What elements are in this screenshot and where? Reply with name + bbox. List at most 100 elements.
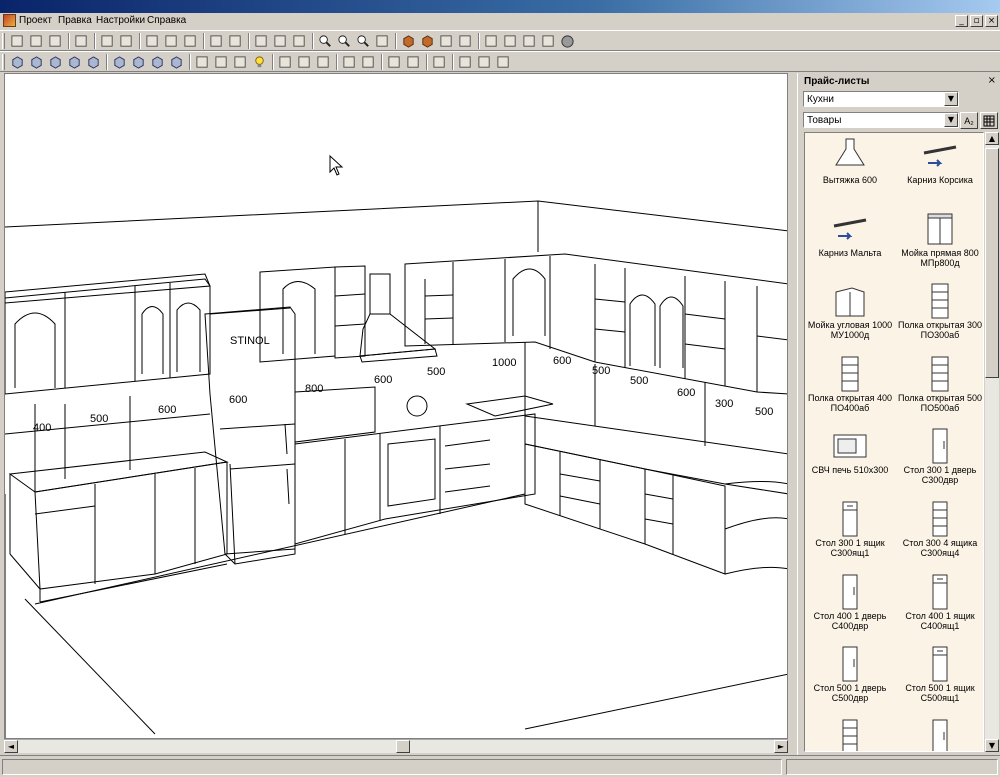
view-front-button[interactable] (9, 54, 25, 70)
home-view-button[interactable] (73, 33, 89, 49)
zoom-in-button[interactable] (317, 33, 333, 49)
menu-help[interactable]: Справка (147, 15, 186, 27)
catalog-item[interactable]: Полка открытая 300 ПО300аб (895, 278, 983, 351)
close-button[interactable]: × (985, 15, 998, 27)
cube-shade-button[interactable] (130, 54, 146, 70)
paint-button[interactable] (438, 33, 454, 49)
rotate-button[interactable] (315, 54, 331, 70)
open-folder-button[interactable] (28, 33, 44, 49)
cube-solid-button[interactable] (168, 54, 184, 70)
catalog-item[interactable]: Стол 500 1 ящик С500ящ1 (895, 641, 983, 714)
image-button[interactable] (540, 33, 556, 49)
chevron-down-icon[interactable]: ▼ (944, 113, 958, 127)
select-arrow-button[interactable] (208, 33, 224, 49)
print-button[interactable] (495, 54, 511, 70)
3d-viewport[interactable]: STINOL 400 500 600 600 800 600 500 1000 … (4, 73, 788, 739)
report-button[interactable] (457, 54, 473, 70)
stop-button[interactable] (559, 33, 575, 49)
table-button[interactable] (521, 33, 537, 49)
catalog-item[interactable]: Мойка прямая 800 МПр800д (895, 206, 983, 279)
snap-button[interactable] (341, 54, 357, 70)
zoom-fit-button[interactable] (355, 33, 371, 49)
add-object-button[interactable] (431, 54, 447, 70)
catalog-item[interactable]: Стол 300 4 ящика С300ящ4 (895, 496, 983, 569)
grid-view-button[interactable] (980, 112, 998, 129)
scroll-right-button[interactable]: ► (774, 740, 788, 753)
align-button[interactable] (253, 33, 269, 49)
lamp-button[interactable] (251, 54, 267, 70)
catalog-item[interactable]: Стол 400 1 ящик С400ящ1 (895, 569, 983, 642)
catalog-item[interactable] (895, 714, 983, 751)
cut-button[interactable] (144, 33, 160, 49)
pan-button[interactable] (296, 54, 312, 70)
export-button[interactable] (476, 54, 492, 70)
menu-edit[interactable]: Правка (58, 15, 92, 27)
catalog-item[interactable]: Стол 400 1 дверь С400двр (805, 569, 895, 642)
scroll-up-button[interactable]: ▲ (985, 132, 999, 145)
view-back-button[interactable] (28, 54, 44, 70)
window-title-bar[interactable] (0, 0, 1000, 13)
align-bottom-button[interactable] (405, 54, 421, 70)
scroll-down-button[interactable]: ▼ (985, 739, 999, 752)
layers-button[interactable] (386, 54, 402, 70)
catalog-item[interactable]: Мойка угловая 1000 МУ1000д (805, 278, 895, 351)
toolbar-separator (106, 54, 108, 70)
catalog-item[interactable]: Вытяжка 600 (805, 133, 895, 206)
scroll-thumb[interactable] (396, 740, 410, 753)
catalog-item[interactable]: Карниз Мальта (805, 206, 895, 279)
zoom-out-button[interactable] (336, 33, 352, 49)
catalog-item[interactable]: Стол 500 1 дверь С500двр (805, 641, 895, 714)
view-top-button[interactable] (85, 54, 101, 70)
scroll-left-button[interactable]: ◄ (4, 740, 18, 753)
wall-button[interactable] (457, 33, 473, 49)
paste-button[interactable] (182, 33, 198, 49)
catalog-item[interactable]: Полка открытая 500 ПО500аб (895, 351, 983, 424)
menu-project[interactable]: Проект (19, 15, 52, 27)
grid-button[interactable] (483, 33, 499, 49)
catalog-item[interactable]: Стол 300 1 дверь С300двр (895, 423, 983, 496)
select-frame-button[interactable] (227, 33, 243, 49)
camera-button[interactable] (194, 54, 210, 70)
move-view-button[interactable] (277, 54, 293, 70)
light-camera-button[interactable] (232, 54, 248, 70)
new-file-button[interactable] (9, 33, 25, 49)
box-button[interactable] (400, 33, 416, 49)
save-button[interactable] (47, 33, 63, 49)
copy-button[interactable] (163, 33, 179, 49)
chevron-down-icon[interactable]: ▼ (944, 92, 958, 106)
view-left-button[interactable] (47, 54, 63, 70)
undo-button[interactable] (99, 33, 115, 49)
minimize-button[interactable]: _ (955, 15, 968, 27)
redo-button[interactable] (118, 33, 134, 49)
texture-button[interactable] (419, 33, 435, 49)
sort-button[interactable]: A₂ (960, 112, 978, 129)
goods-select[interactable]: Товары ▼ (803, 112, 959, 128)
toolbar-grip[interactable] (2, 33, 5, 49)
measure-button[interactable] (374, 33, 390, 49)
app-icon[interactable] (3, 14, 16, 27)
category-select[interactable]: Кухни ▼ (803, 91, 959, 107)
edit-button[interactable] (502, 33, 518, 49)
paint-icon (439, 34, 452, 47)
group-button[interactable] (272, 33, 288, 49)
horizontal-scrollbar[interactable]: ◄ ► (4, 739, 788, 753)
view-right-button[interactable] (66, 54, 82, 70)
snap2-button[interactable] (360, 54, 376, 70)
vertical-scrollbar[interactable]: ▲ ▼ (985, 132, 999, 752)
catalog-item[interactable]: СВЧ печь 510х300 (805, 423, 895, 496)
menu-settings[interactable]: Настройки (96, 15, 145, 27)
panel-close-button[interactable]: × (988, 75, 996, 86)
maximize-button[interactable]: ▫ (970, 15, 983, 27)
catalog-item[interactable]: Полка открытая 400 ПО400аб (805, 351, 895, 424)
toolbar-grip[interactable] (2, 54, 5, 70)
properties-button[interactable] (291, 33, 307, 49)
catalog-list[interactable]: Вытяжка 600 Карниз Корсика Карниз Мальта Мо… (804, 132, 984, 752)
catalog-item[interactable] (805, 714, 895, 751)
catalog-item[interactable]: Карниз Корсика (895, 133, 983, 206)
stop-icon (560, 34, 574, 48)
scroll-thumb[interactable] (985, 148, 999, 378)
cube-texture-button[interactable] (149, 54, 165, 70)
cube-wire-button[interactable] (111, 54, 127, 70)
orbit-button[interactable] (213, 54, 229, 70)
catalog-item[interactable]: Стол 300 1 ящик С300ящ1 (805, 496, 895, 569)
